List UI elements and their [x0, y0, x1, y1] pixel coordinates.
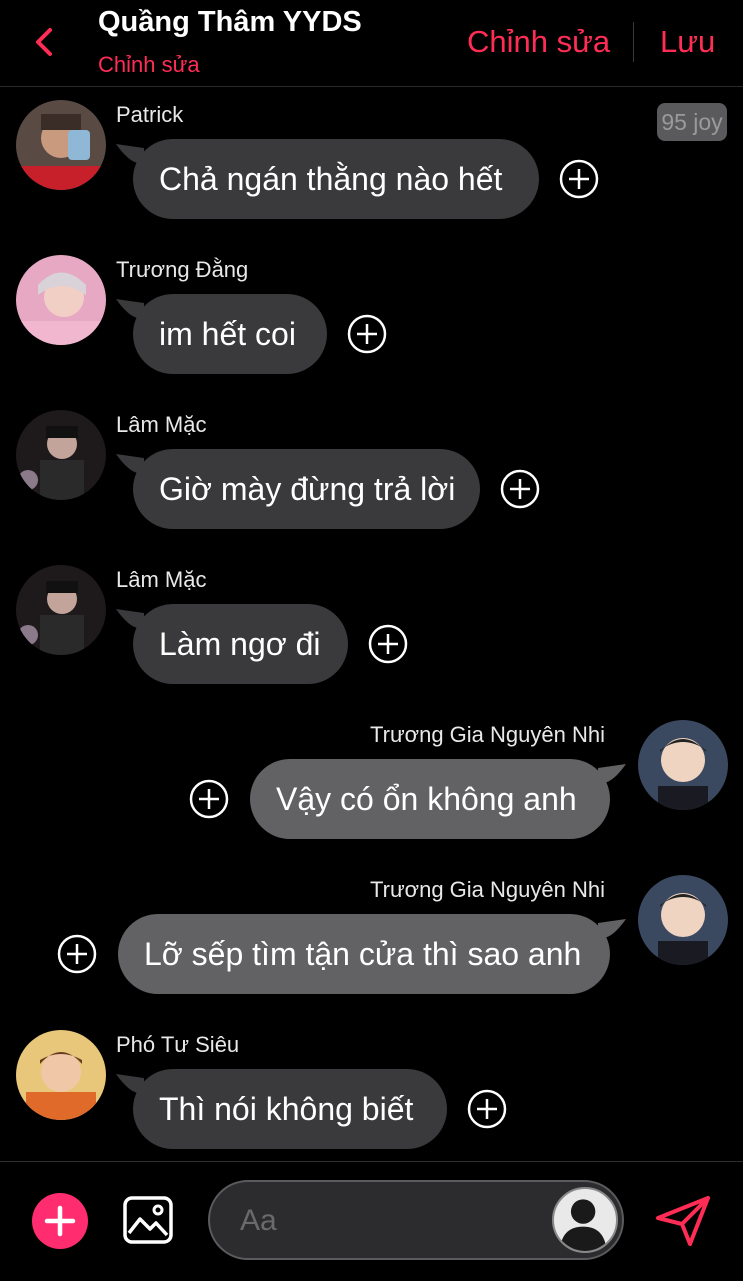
message-bubble[interactable]: Làm ngơ đi	[133, 604, 348, 684]
edit-button[interactable]: Chỉnh sửa	[467, 24, 610, 60]
chat-subtitle[interactable]: Chỉnh sửa	[98, 52, 200, 78]
message-row: Lâm Mặc Làm ngơ đi	[0, 561, 743, 711]
add-reaction-icon[interactable]	[559, 159, 599, 199]
sender-name: Patrick	[116, 102, 184, 127]
message-row: Lâm Mặc Giờ mày đừng trả lời	[0, 406, 743, 556]
message-input[interactable]	[238, 1182, 542, 1260]
message-bubble[interactable]: im hết coi	[133, 294, 327, 374]
sender-name: Trương Gia Nguyên Nhi	[370, 877, 605, 902]
header-divider	[633, 22, 634, 62]
add-reaction-icon[interactable]	[189, 779, 229, 819]
avatar[interactable]	[638, 720, 728, 810]
add-reaction-icon[interactable]	[368, 624, 408, 664]
chat-title[interactable]: Quầng Thâm YYDS	[98, 6, 362, 39]
avatar[interactable]	[16, 565, 106, 655]
plus-icon[interactable]	[32, 1193, 88, 1249]
sender-name: Trương Đằng	[116, 257, 249, 282]
message-row: Trương Gia Nguyên Nhi Vậy có ổn không an…	[0, 716, 743, 866]
save-button[interactable]: Lưu	[660, 24, 715, 60]
send-icon[interactable]	[654, 1194, 712, 1248]
add-reaction-icon[interactable]	[500, 469, 540, 509]
sender-name: Trương Gia Nguyên Nhi	[370, 722, 605, 747]
message-bubble[interactable]: Giờ mày đừng trả lời	[133, 449, 480, 529]
avatar[interactable]	[16, 1030, 106, 1120]
avatar[interactable]	[16, 410, 106, 500]
add-reaction-icon[interactable]	[467, 1089, 507, 1129]
message-bubble[interactable]: Vậy có ổn không anh	[250, 759, 610, 839]
message-bubble[interactable]: Chả ngán thằng nào hết	[133, 139, 539, 219]
message-bubble[interactable]: Lỡ sếp tìm tận cửa thì sao anh	[118, 914, 610, 994]
sender-name: Lâm Mặc	[116, 412, 207, 437]
add-reaction-icon[interactable]	[347, 314, 387, 354]
message-bubble[interactable]: Thì nói không biết	[133, 1069, 447, 1149]
message-row: Trương Gia Nguyên Nhi Lỡ sếp tìm tận cửa…	[0, 871, 743, 1021]
image-icon[interactable]	[122, 1195, 174, 1245]
avatar[interactable]	[16, 255, 106, 345]
avatar-icon[interactable]	[552, 1187, 618, 1253]
message-row: Trương Đằng im hết coi	[0, 251, 743, 401]
sender-name: Phó Tư Siêu	[116, 1032, 240, 1057]
add-reaction-icon[interactable]	[57, 934, 97, 974]
back-chevron-icon[interactable]	[28, 22, 62, 62]
chat-header: Quầng Thâm YYDS Chỉnh sửa Chỉnh sửa Lưu	[0, 0, 743, 87]
message-row: Patrick Chả ngán thằng nào hết	[0, 96, 743, 246]
sender-name: Lâm Mặc	[116, 567, 207, 592]
message-row: Phó Tư Siêu Thì nói không biết	[0, 1026, 743, 1176]
avatar[interactable]	[16, 100, 106, 190]
avatar[interactable]	[638, 875, 728, 965]
